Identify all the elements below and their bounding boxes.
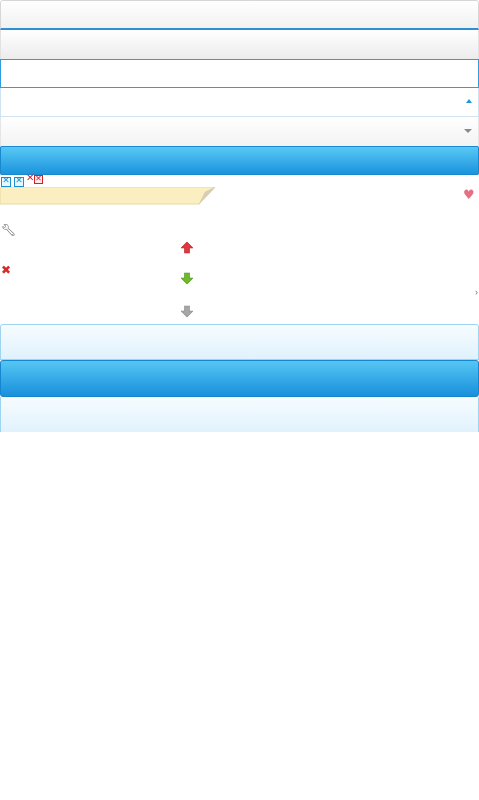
panel-header-light	[0, 324, 479, 360]
top-bar	[0, 0, 479, 30]
close-box-icon[interactable]: ✕	[1, 177, 11, 187]
arrow-down-disabled-icon[interactable]	[181, 305, 193, 317]
wrench-icon[interactable]: 🔧︎	[1, 224, 16, 236]
caret-up-icon[interactable]	[466, 99, 472, 103]
arrow-up-icon[interactable]	[181, 242, 193, 254]
text-input[interactable]	[0, 59, 479, 88]
blue-header-bar	[0, 146, 479, 175]
close-box-icon[interactable]: ✕	[34, 175, 43, 184]
delete-x-icon[interactable]: ✖	[1, 264, 11, 276]
close-box-icon[interactable]: ✕	[14, 177, 24, 187]
note-banner	[0, 187, 216, 205]
panel-header-active[interactable]	[0, 360, 479, 397]
heart-icon[interactable]: ♥	[463, 189, 475, 202]
panel-content	[0, 397, 479, 432]
select-open[interactable]	[0, 88, 479, 117]
sub-bar	[0, 30, 479, 59]
select-closed[interactable]	[0, 117, 479, 146]
arrow-down-icon[interactable]	[181, 272, 193, 284]
caret-down-icon[interactable]	[464, 129, 472, 133]
chevron-right-icon[interactable]: ›	[475, 287, 478, 297]
